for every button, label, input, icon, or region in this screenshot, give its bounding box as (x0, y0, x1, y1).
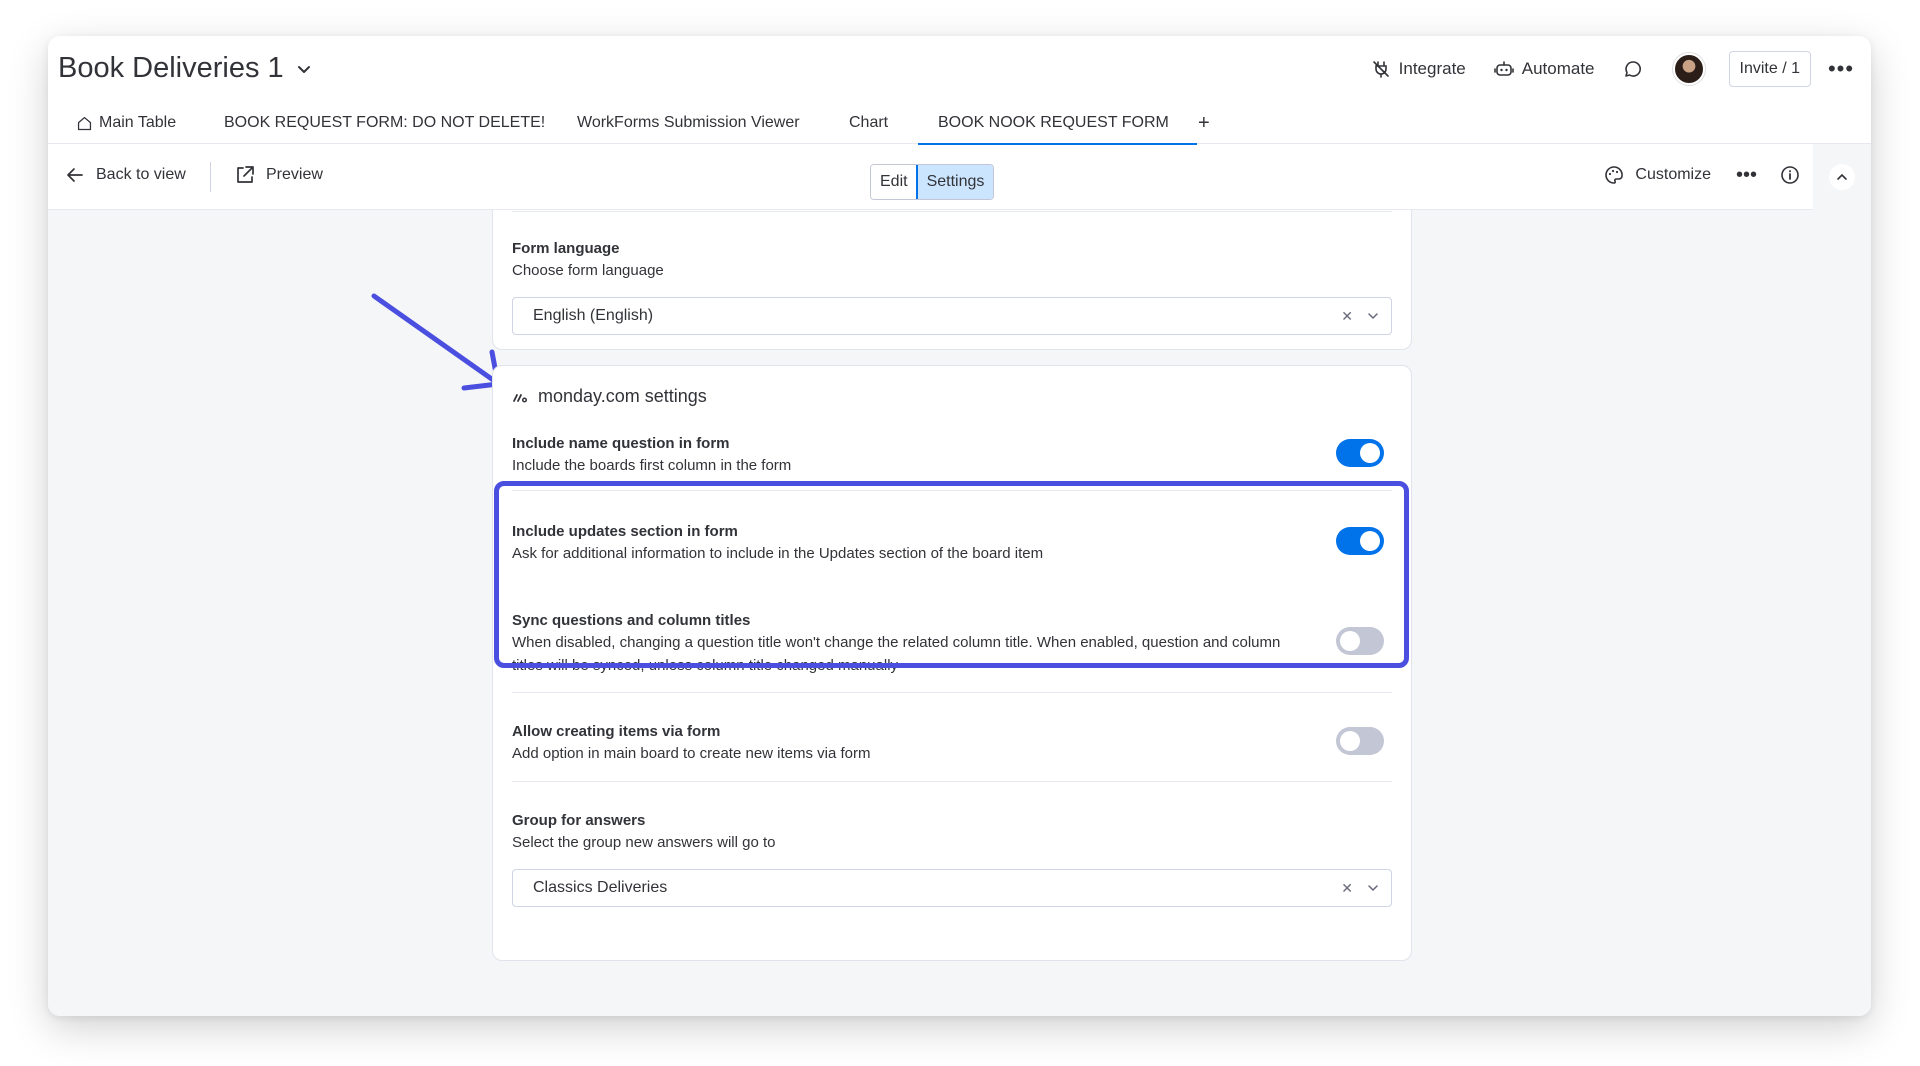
group-for-answers-label: Group for answers (512, 812, 646, 829)
back-to-view-label: Back to view (96, 166, 186, 183)
setting-allow-items-description: Add option in main board to create new i… (512, 745, 871, 762)
toggle-knob (1340, 731, 1360, 751)
annotation-arrow-icon (371, 293, 501, 391)
form-toolbar: Back to view Preview Edit Settings Custo… (48, 144, 1871, 210)
form-language-description: Choose form language (512, 262, 664, 279)
group-for-answers-description: Select the group new answers will go to (512, 834, 776, 851)
form-language-select[interactable]: English (English) ✕ (512, 297, 1392, 335)
tab-book-nook-request-form[interactable]: BOOK NOOK REQUEST FORM (918, 102, 1197, 145)
integrate-button[interactable]: Integrate (1371, 59, 1466, 79)
tab-workforms-submission-viewer[interactable]: WorkForms Submission Viewer (577, 102, 800, 144)
include-updates-toggle[interactable] (1336, 527, 1384, 555)
header-actions: Integrate Automate Invite / 1 ••• (1343, 50, 1853, 88)
customize-button[interactable]: Customize (1603, 164, 1711, 186)
chevron-down-icon[interactable] (1367, 310, 1379, 322)
arrow-left-icon (67, 168, 83, 182)
tab-label: Main Table (99, 114, 177, 131)
customize-label: Customize (1635, 166, 1711, 183)
divider (512, 490, 1392, 491)
sync-titles-toggle[interactable] (1336, 627, 1384, 655)
tab-label: WorkForms Submission Viewer (577, 114, 800, 131)
settings-content: Form language Choose form language Engli… (48, 210, 1871, 1016)
group-for-answers-value: Classics Deliveries (533, 879, 668, 896)
edit-settings-toggle: Edit Settings (870, 164, 995, 200)
toggle-knob (1360, 443, 1380, 463)
more-options-icon[interactable]: ••• (1828, 56, 1853, 81)
include-name-toggle[interactable] (1336, 439, 1384, 467)
chevron-up-icon (1829, 164, 1855, 190)
robot-icon (1493, 61, 1514, 76)
tab-chart[interactable]: Chart (849, 102, 888, 144)
preview-button[interactable]: Preview (234, 164, 323, 186)
setting-sync-titles-label: Sync questions and column titles (512, 612, 751, 629)
setting-include-updates-label: Include updates section in form (512, 523, 738, 540)
edit-button[interactable]: Edit (871, 165, 917, 199)
setting-sync-titles-description: When disabled, changing a question title… (512, 634, 1281, 674)
board-title[interactable]: Book Deliveries 1 (58, 52, 314, 85)
chevron-down-icon[interactable] (294, 59, 314, 79)
tab-label: BOOK REQUEST FORM: DO NOT DELETE! (224, 114, 546, 131)
automate-label: Automate (1521, 59, 1595, 78)
monday-settings-header: monday.com settings (512, 386, 707, 407)
divider (512, 692, 1392, 693)
divider (512, 781, 1392, 782)
form-language-label: Form language (512, 240, 620, 257)
tab-main-table[interactable]: Main Table (76, 102, 176, 144)
collapse-header-button[interactable] (1813, 144, 1871, 210)
toggle-knob (1340, 631, 1360, 651)
board-views-tabs: Main Table BOOK REQUEST FORM: DO NOT DEL… (48, 102, 1871, 145)
clear-icon[interactable]: ✕ (1341, 880, 1353, 897)
tab-label: Chart (849, 114, 889, 131)
toolbar-more-icon[interactable]: ••• (1736, 164, 1757, 187)
monday-settings-card: monday.com settings Include name questio… (492, 365, 1412, 961)
app-window: Book Deliveries 1 Integrate Automate Inv… (48, 36, 1871, 1016)
toolbar-divider (210, 162, 211, 192)
allow-items-toggle[interactable] (1336, 727, 1384, 755)
setting-include-name-description: Include the boards first column in the f… (512, 457, 792, 474)
palette-icon (1605, 166, 1624, 184)
monday-settings-title: monday.com settings (538, 386, 707, 406)
board-header: Book Deliveries 1 Integrate Automate Inv… (48, 36, 1871, 102)
board-title-text: Book Deliveries 1 (58, 52, 284, 84)
chevron-down-icon[interactable] (1367, 882, 1379, 894)
monday-logo-icon (513, 393, 528, 403)
back-to-view-button[interactable]: Back to view (64, 164, 186, 186)
setting-allow-items-label: Allow creating items via form (512, 723, 721, 740)
info-icon (1781, 166, 1799, 184)
clear-icon[interactable]: ✕ (1341, 308, 1353, 325)
preview-label: Preview (266, 166, 323, 183)
external-link-icon (237, 166, 254, 183)
chat-bubble-icon (1624, 61, 1641, 77)
tab-book-request-form[interactable]: BOOK REQUEST FORM: DO NOT DELETE! (224, 102, 545, 144)
user-avatar[interactable] (1672, 53, 1705, 85)
add-view-button[interactable]: + (1198, 102, 1210, 144)
home-icon (77, 116, 92, 130)
automate-button[interactable]: Automate (1493, 59, 1595, 79)
tab-label: BOOK NOOK REQUEST FORM (938, 113, 1169, 131)
invite-button[interactable]: Invite / 1 (1728, 51, 1811, 87)
info-button[interactable] (1779, 164, 1801, 186)
settings-button[interactable]: Settings (915, 165, 994, 199)
setting-include-name-label: Include name question in form (512, 435, 730, 452)
toggle-knob (1360, 531, 1380, 551)
updates-button[interactable] (1623, 59, 1643, 79)
divider (512, 211, 1392, 212)
integrate-icon (1372, 61, 1389, 78)
form-language-card: Form language Choose form language Engli… (492, 210, 1412, 350)
integrate-label: Integrate (1398, 59, 1466, 78)
form-language-value: English (English) (533, 307, 654, 324)
group-for-answers-select[interactable]: Classics Deliveries ✕ (512, 869, 1392, 907)
setting-include-updates-description: Ask for additional information to includ… (512, 545, 1044, 562)
